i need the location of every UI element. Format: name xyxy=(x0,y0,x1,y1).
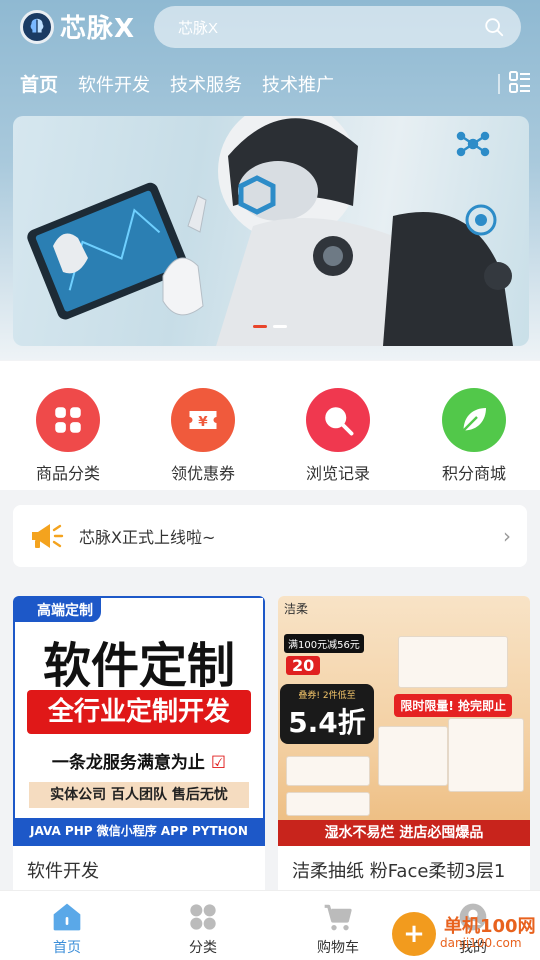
image-line: 一条龙服务满意为止 ☑ xyxy=(15,748,263,773)
quick-link-points-mall[interactable]: 积分商城 xyxy=(414,388,534,484)
quick-link-label: 领优惠券 xyxy=(170,464,235,483)
announcement-bar[interactable]: 芯脉X正式上线啦~ › xyxy=(13,505,527,567)
category-icon xyxy=(190,904,216,930)
tabbar-label: 分类 xyxy=(189,940,217,956)
quick-link-history[interactable]: 浏览记录 xyxy=(278,388,398,484)
hero-banner[interactable] xyxy=(13,116,529,346)
quick-link-label: 商品分类 xyxy=(35,464,100,483)
watermark-url: danji100.com xyxy=(440,936,522,950)
watermark-name: 单机100网 xyxy=(444,916,536,937)
image-badge: 20 xyxy=(286,656,321,675)
product-title: 洁柔抽纸 粉Face柔韧3层1 xyxy=(292,861,506,882)
tabbar-cart[interactable]: 购物车 xyxy=(288,901,388,957)
watermark-text: 单机100网 danji100.com xyxy=(440,916,536,951)
svg-text:¥: ¥ xyxy=(198,414,208,430)
image-brand: 洁柔 xyxy=(284,602,309,616)
megaphone-icon xyxy=(32,524,64,548)
category-menu-icon[interactable] xyxy=(508,70,532,94)
search-icon[interactable] xyxy=(483,16,505,38)
tabbar-home[interactable]: 首页 xyxy=(17,901,117,957)
watermark-plus-icon: + xyxy=(392,912,436,956)
product-image: 高端定制 软件定制 全行业定制开发 一条龙服务满意为止 ☑ 实体公司 百人团队 … xyxy=(13,596,265,846)
banner-pagination xyxy=(253,325,293,328)
banner-dot-active[interactable] xyxy=(253,325,267,328)
image-bar: 实体公司 百人团队 售后无忧 xyxy=(29,782,249,808)
product-title: 软件开发 xyxy=(27,861,99,882)
image-price-box: 叠券! 2件低至 5.4折 xyxy=(280,684,374,744)
nav-divider xyxy=(498,74,500,94)
tissue-pack xyxy=(378,726,448,786)
magnifier-icon xyxy=(306,388,370,452)
image-price-note: 叠券! 2件低至 xyxy=(298,691,356,701)
image-headline: 软件定制 xyxy=(42,638,235,694)
cart-icon xyxy=(324,904,352,931)
tab-software-dev[interactable]: 软件开发 xyxy=(78,71,150,97)
home-icon xyxy=(53,903,81,931)
banner-dot[interactable] xyxy=(273,325,287,328)
app-logo[interactable]: 芯脉X xyxy=(20,8,135,45)
quick-link-category[interactable]: 商品分类 xyxy=(8,388,128,484)
tab-home[interactable]: 首页 xyxy=(20,70,58,97)
search-bar[interactable]: 芯脉X xyxy=(154,6,521,48)
tabbar-label: 购物车 xyxy=(317,940,359,956)
checkbox-icon: ☑ xyxy=(204,753,227,773)
image-line-text: 一条龙服务满意为止 xyxy=(51,753,205,773)
tissue-pack xyxy=(398,636,508,688)
image-limit: 限时限量! 抢完即止 xyxy=(394,694,512,717)
grid-icon xyxy=(36,388,100,452)
chevron-right-icon: › xyxy=(503,524,511,548)
search-input[interactable]: 芯脉X xyxy=(178,17,483,38)
announcement-text: 芯脉X正式上线啦~ xyxy=(79,528,216,547)
tabbar-label: 首页 xyxy=(53,940,81,956)
quick-links: 商品分类 ¥ 领优惠券 浏览记录 积分商城 xyxy=(0,361,540,490)
leaf-icon xyxy=(442,388,506,452)
robot-illustration xyxy=(27,116,513,346)
tissue-pack xyxy=(448,718,524,792)
product-card[interactable]: 洁柔 满100元减56元 20 叠券! 2件低至 5.4折 限时限量! 抢完即止… xyxy=(278,596,530,896)
tabbar-category[interactable]: 分类 xyxy=(153,901,253,957)
image-banner: 全行业定制开发 xyxy=(27,690,251,734)
image-footer: JAVA PHP 微信小程序 APP PYTHON xyxy=(15,818,263,844)
tab-tech-promotion[interactable]: 技术推广 xyxy=(262,71,334,97)
quick-link-label: 浏览记录 xyxy=(305,464,370,483)
image-bottom-slogan: 湿水不易烂 进店必囤爆品 xyxy=(278,820,530,846)
image-coupon: 满100元减56元 xyxy=(284,634,364,653)
brain-logo-icon xyxy=(20,9,54,44)
coupon-icon: ¥ xyxy=(171,388,235,452)
tab-tech-service[interactable]: 技术服务 xyxy=(170,71,242,97)
quick-link-label: 积分商城 xyxy=(441,464,506,483)
tissue-sample xyxy=(286,792,370,816)
header-area: 芯脉X 芯脉X 首页 软件开发 技术服务 技术推广 xyxy=(0,0,540,360)
quick-link-coupons[interactable]: ¥ 领优惠券 xyxy=(143,388,263,484)
image-price: 5.4折 xyxy=(288,706,366,739)
site-watermark: + 单机100网 danji100.com xyxy=(392,912,536,956)
image-tag: 高端定制 xyxy=(15,598,101,622)
brand-name: 芯脉X xyxy=(60,14,136,44)
product-card[interactable]: 高端定制 软件定制 全行业定制开发 一条龙服务满意为止 ☑ 实体公司 百人团队 … xyxy=(13,596,265,896)
category-tabs: 首页 软件开发 技术服务 技术推广 xyxy=(20,70,354,97)
tissue-sample xyxy=(286,756,370,786)
product-image: 洁柔 满100元减56元 20 叠券! 2件低至 5.4折 限时限量! 抢完即止… xyxy=(278,596,530,846)
